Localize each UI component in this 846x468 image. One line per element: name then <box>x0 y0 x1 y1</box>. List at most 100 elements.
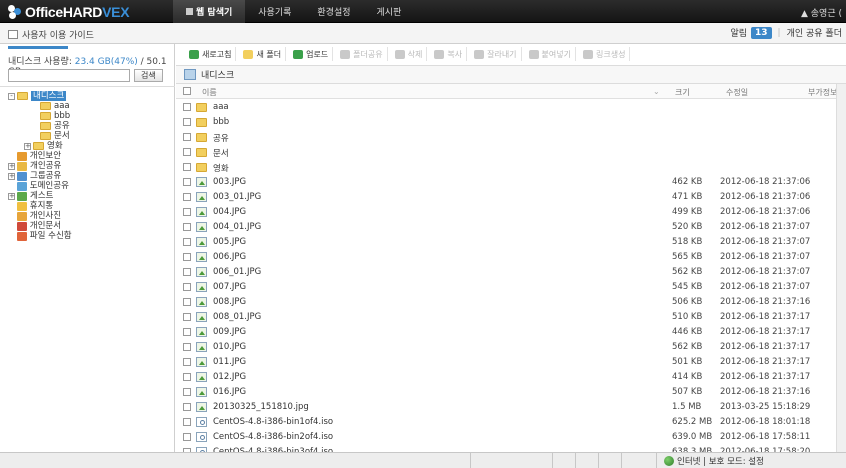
tree-node[interactable]: - 내디스크 <box>8 91 72 101</box>
expand-icon[interactable]: + <box>8 192 15 200</box>
file-name[interactable]: 009.JPG <box>213 327 246 337</box>
toolbar-button[interactable]: 삭제 <box>391 47 428 61</box>
shared-folder-link[interactable]: 개인 공유 폴더 <box>787 26 842 39</box>
file-row[interactable]: 009.JPG 446 KB 2012-06-18 21:37:17 <box>176 325 846 340</box>
file-row[interactable]: aaa <box>176 100 846 115</box>
file-row[interactable]: 003.JPG 462 KB 2012-06-18 21:37:06 <box>176 175 846 190</box>
nav-tab[interactable]: 환경설정 <box>304 0 363 23</box>
toolbar-button[interactable]: 새 폴더 <box>239 47 287 61</box>
file-row[interactable]: 016.JPG 507 KB 2012-06-18 21:37:16 <box>176 385 846 400</box>
file-row[interactable]: 006_01.JPG 562 KB 2012-06-18 21:37:07 <box>176 265 846 280</box>
tree-node[interactable]: 개인사진 <box>8 211 72 221</box>
file-name[interactable]: 007.JPG <box>213 282 246 292</box>
file-row[interactable]: bbb <box>176 115 846 130</box>
nav-tab[interactable]: 사용기록 <box>245 0 304 23</box>
file-name[interactable]: 006.JPG <box>213 252 246 262</box>
user-name[interactable]: ▲ 송영근 ( <box>801 6 842 19</box>
vertical-scrollbar[interactable] <box>836 84 846 468</box>
file-name[interactable]: 20130325_151810.jpg <box>213 402 309 412</box>
file-row[interactable]: CentOS-4.8-i386-bin2of4.iso 639.0 MB 2012-… <box>176 430 846 445</box>
tree-node[interactable]: 개인보안 <box>8 151 72 161</box>
row-checkbox[interactable] <box>183 388 191 396</box>
file-row[interactable]: 003_01.JPG 471 KB 2012-06-18 21:37:06 <box>176 190 846 205</box>
file-name[interactable]: 003_01.JPG <box>213 192 261 202</box>
col-modified[interactable]: 수정일 <box>726 87 748 98</box>
toolbar-button[interactable]: 업로드 <box>289 47 334 61</box>
file-row[interactable]: 문서 <box>176 145 846 160</box>
tree-node[interactable]: 휴지통 <box>8 201 72 211</box>
file-row[interactable]: 007.JPG 545 KB 2012-06-18 21:37:07 <box>176 280 846 295</box>
col-name[interactable]: 이름 <box>202 87 217 98</box>
tree-node[interactable]: 개인문서 <box>8 221 72 231</box>
col-size[interactable]: 크기 <box>675 87 690 98</box>
row-checkbox[interactable] <box>183 238 191 246</box>
tree-node[interactable]: 문서 <box>8 131 72 141</box>
row-checkbox[interactable] <box>183 283 191 291</box>
row-checkbox[interactable] <box>183 298 191 306</box>
file-row[interactable]: 010.JPG 562 KB 2012-06-18 21:37:17 <box>176 340 846 355</box>
toolbar-button[interactable]: 붙여넣기 <box>525 47 576 61</box>
nav-tab[interactable]: 웹 탐색기 <box>173 0 246 23</box>
row-checkbox[interactable] <box>183 193 191 201</box>
toolbar-button[interactable]: 폴더공유 <box>336 47 388 61</box>
collapse-icon[interactable]: - <box>8 92 15 100</box>
col-extra[interactable]: 부가정보 <box>808 87 837 98</box>
row-checkbox[interactable] <box>183 313 191 321</box>
row-checkbox[interactable] <box>183 358 191 366</box>
row-checkbox[interactable] <box>183 403 191 411</box>
file-name[interactable]: 영화 <box>213 162 229 174</box>
toolbar-button[interactable]: 복사 <box>430 47 468 61</box>
breadcrumb-current[interactable]: 내디스크 <box>201 68 234 81</box>
file-row[interactable]: 006.JPG 565 KB 2012-06-18 21:37:07 <box>176 250 846 265</box>
row-checkbox[interactable] <box>183 268 191 276</box>
row-checkbox[interactable] <box>183 328 191 336</box>
tree-node[interactable]: 공유 <box>8 121 72 131</box>
row-checkbox[interactable] <box>183 433 191 441</box>
file-name[interactable]: 010.JPG <box>213 342 246 352</box>
file-name[interactable]: 012.JPG <box>213 372 246 382</box>
file-row[interactable]: 20130325_151810.jpg 1.5 MB 2013-03-25 15:1… <box>176 400 846 415</box>
file-name[interactable]: CentOS-4.8-i386-bin2of4.iso <box>213 432 333 442</box>
file-name[interactable]: bbb <box>213 117 229 127</box>
tree-node[interactable]: + 영화 <box>8 141 72 151</box>
file-row[interactable]: 004.JPG 499 KB 2012-06-18 21:37:06 <box>176 205 846 220</box>
row-checkbox[interactable] <box>183 223 191 231</box>
row-checkbox[interactable] <box>183 418 191 426</box>
row-checkbox[interactable] <box>183 148 191 156</box>
file-name[interactable]: 008_01.JPG <box>213 312 261 322</box>
file-name[interactable]: CentOS-4.8-i386-bin1of4.iso <box>213 417 333 427</box>
row-checkbox[interactable] <box>183 253 191 261</box>
file-row[interactable]: 011.JPG 501 KB 2012-06-18 21:37:17 <box>176 355 846 370</box>
file-row[interactable]: 008.JPG 506 KB 2012-06-18 21:37:16 <box>176 295 846 310</box>
file-name[interactable]: 공유 <box>213 132 229 144</box>
file-name[interactable]: 016.JPG <box>213 387 246 397</box>
file-name[interactable]: 003.JPG <box>213 177 246 187</box>
nav-tab[interactable]: 게시판 <box>364 0 415 23</box>
row-checkbox[interactable] <box>183 178 191 186</box>
security-zone[interactable]: 인터넷 | 보호 모드: 설정 <box>664 455 764 467</box>
row-checkbox[interactable] <box>183 133 191 141</box>
file-name[interactable]: 005.JPG <box>213 237 246 247</box>
file-name[interactable]: 011.JPG <box>213 357 246 367</box>
tree-node[interactable]: + 그룹공유 <box>8 171 72 181</box>
file-row[interactable]: CentOS-4.8-i386-bin1of4.iso 625.2 MB 2012-… <box>176 415 846 430</box>
search-button[interactable]: 검색 <box>134 69 163 82</box>
tree-node[interactable]: bbb <box>8 111 72 121</box>
file-row[interactable]: 012.JPG 414 KB 2012-06-18 21:37:17 <box>176 370 846 385</box>
expand-icon[interactable]: + <box>8 172 15 180</box>
alerts-count-badge[interactable]: 13 <box>751 26 772 39</box>
app-logo[interactable]: OfficeHARD VEX <box>8 3 130 20</box>
file-row[interactable]: 004_01.JPG 520 KB 2012-06-18 21:37:07 <box>176 220 846 235</box>
toolbar-button[interactable]: 새로고침 <box>185 47 237 61</box>
expand-icon[interactable]: + <box>8 162 15 170</box>
file-name[interactable]: aaa <box>213 102 229 112</box>
file-row[interactable]: 008_01.JPG 510 KB 2012-06-18 21:37:17 <box>176 310 846 325</box>
file-row[interactable]: 영화 <box>176 160 846 175</box>
row-checkbox[interactable] <box>183 208 191 216</box>
toolbar-button[interactable]: 잘라내기 <box>470 47 522 61</box>
row-checkbox[interactable] <box>183 103 191 111</box>
tree-node[interactable]: aaa <box>8 101 72 111</box>
toolbar-button[interactable]: 링크생성 <box>579 47 631 61</box>
file-name[interactable]: 문서 <box>213 147 229 159</box>
expand-icon[interactable]: + <box>24 142 31 150</box>
